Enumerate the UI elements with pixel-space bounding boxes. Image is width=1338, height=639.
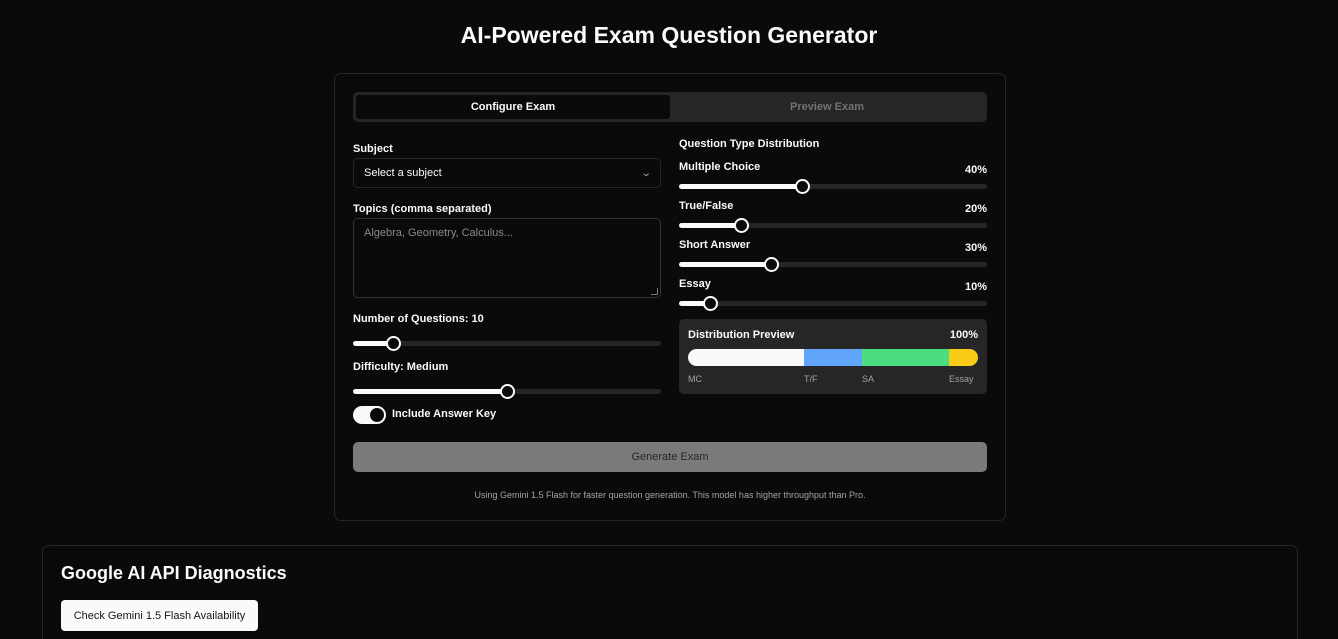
- diagnostics-card: Google AI API Diagnostics Check Gemini 1…: [42, 545, 1298, 639]
- distribution-segment-label: MC: [688, 374, 702, 384]
- slider-fill: [679, 184, 802, 189]
- essay-slider[interactable]: [679, 296, 987, 311]
- generate-exam-button[interactable]: Generate Exam: [353, 442, 987, 472]
- slider-thumb[interactable]: [795, 179, 810, 194]
- subject-label: Subject: [353, 143, 393, 155]
- distribution-title: Question Type Distribution: [679, 138, 820, 150]
- distribution-preview-title: Distribution Preview: [688, 329, 795, 341]
- slider-fill: [679, 262, 771, 267]
- distribution-segment-label: SA: [862, 374, 875, 384]
- answer-key-label: Include Answer Key: [392, 408, 497, 420]
- slider-thumb[interactable]: [764, 257, 779, 272]
- short-answer-slider[interactable]: [679, 257, 987, 272]
- num-questions-label: Number of Questions: 10: [353, 313, 484, 325]
- check-availability-button[interactable]: Check Gemini 1.5 Flash Availability: [61, 600, 258, 631]
- slider-thumb[interactable]: [703, 296, 718, 311]
- difficulty-label: Difficulty: Medium: [353, 361, 449, 373]
- page-title: AI-Powered Exam Question Generator: [460, 22, 878, 48]
- multiple-choice-slider[interactable]: [679, 179, 987, 194]
- distribution-segment: [804, 349, 862, 366]
- distribution-preview: Distribution Preview 100% MC T/F SA Essay: [679, 319, 987, 394]
- topics-textarea[interactable]: Algebra, Geometry, Calculus...: [353, 218, 661, 298]
- tab-list: Configure Exam Preview Exam: [353, 92, 987, 122]
- type-percent-multiple-choice: 40%: [964, 164, 987, 176]
- chevron-down-icon: ⌄: [640, 167, 652, 179]
- slider-thumb[interactable]: [386, 336, 401, 351]
- subject-select[interactable]: Select a subject ⌄: [353, 158, 661, 188]
- distribution-segment: [949, 349, 978, 366]
- topics-label: Topics (comma separated): [353, 203, 492, 215]
- num-questions-slider[interactable]: [353, 336, 661, 351]
- distribution-segment-label: T/F: [804, 374, 818, 384]
- subject-select-value: Select a subject: [364, 167, 442, 179]
- answer-key-toggle[interactable]: [353, 406, 386, 424]
- difficulty-slider[interactable]: [353, 384, 661, 399]
- type-label-true-false: True/False: [679, 200, 734, 212]
- type-percent-short-answer: 30%: [964, 242, 987, 254]
- diagnostics-title: Google AI API Diagnostics: [61, 563, 287, 583]
- distribution-preview-total: 100%: [949, 329, 978, 341]
- type-percent-essay: 10%: [964, 281, 987, 293]
- tab-preview-exam[interactable]: Preview Exam: [670, 95, 984, 119]
- exam-config-card: Configure Exam Preview Exam Subject Sele…: [334, 73, 1006, 521]
- slider-thumb[interactable]: [734, 218, 749, 233]
- topics-placeholder: Algebra, Geometry, Calculus...: [364, 227, 513, 239]
- model-note: Using Gemini 1.5 Flash for faster questi…: [474, 490, 866, 500]
- type-percent-true-false: 20%: [964, 203, 987, 215]
- type-label-essay: Essay: [679, 278, 711, 290]
- distribution-segment-label: Essay: [949, 374, 974, 384]
- distribution-segment: [862, 349, 949, 366]
- distribution-segment: [688, 349, 804, 366]
- slider-fill: [679, 223, 741, 228]
- type-label-short-answer: Short Answer: [679, 239, 751, 251]
- slider-thumb[interactable]: [500, 384, 515, 399]
- distribution-bar: [688, 349, 978, 366]
- tab-configure-exam[interactable]: Configure Exam: [356, 95, 670, 119]
- resize-handle-icon[interactable]: [651, 288, 658, 295]
- true-false-slider[interactable]: [679, 218, 987, 233]
- toggle-knob: [370, 408, 384, 422]
- type-label-multiple-choice: Multiple Choice: [679, 161, 761, 173]
- slider-fill: [353, 389, 507, 394]
